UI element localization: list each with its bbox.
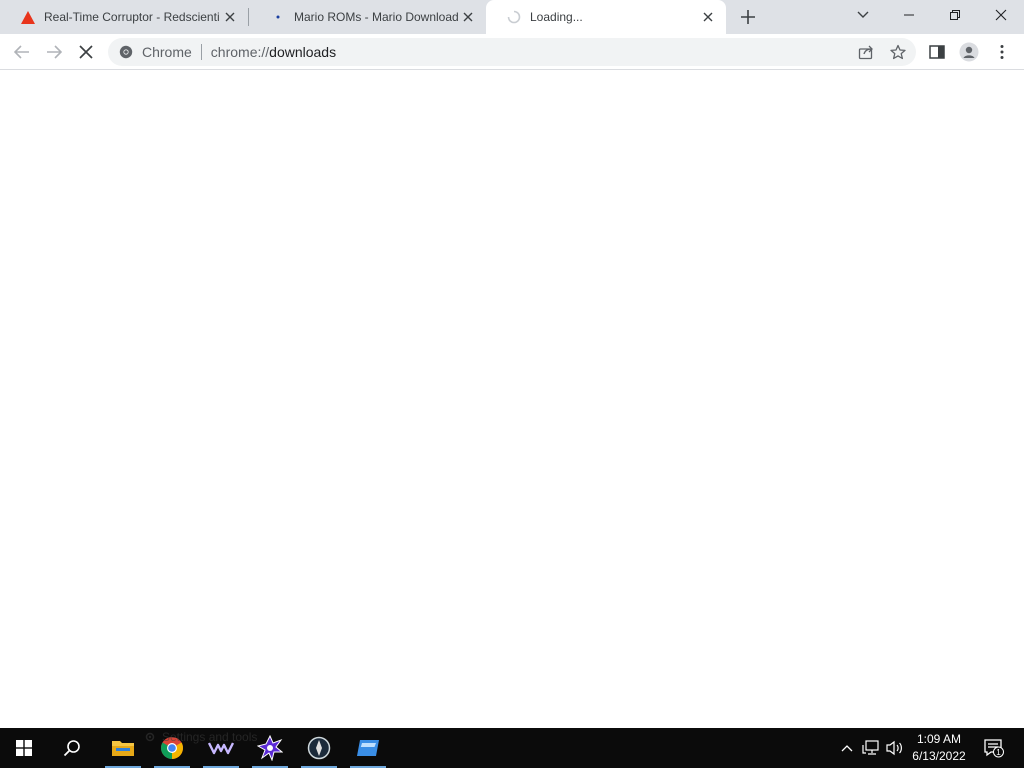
ghost-text: Settings and tools [162, 730, 258, 744]
show-hidden-icons-button[interactable] [838, 728, 856, 768]
close-icon [995, 9, 1007, 21]
tab-close-button[interactable] [698, 7, 718, 27]
clock-time: 1:09 AM [916, 732, 962, 746]
file-explorer-button[interactable] [103, 728, 143, 768]
tab-title: Loading... [530, 10, 583, 24]
close-icon [703, 12, 713, 22]
app-star-icon [257, 735, 283, 761]
notification-icon: 1 [984, 739, 1004, 758]
tab-search-button[interactable] [840, 0, 886, 30]
tab-strip: Real-Time Corruptor - Redscientist Mario… [0, 0, 1024, 34]
tab-title: Real-Time Corruptor - Redscientist [44, 10, 220, 24]
plus-icon [741, 10, 755, 24]
clock-date: 6/13/2022 [912, 749, 966, 763]
red-triangle-icon [20, 9, 36, 25]
omnibox-divider [200, 44, 202, 60]
stop-loading-icon [79, 45, 93, 59]
minimize-icon [904, 14, 914, 16]
gear-icon [145, 732, 155, 742]
app-window-icon [357, 740, 379, 756]
action-center-button[interactable]: 1 [980, 728, 1008, 768]
new-tab-button[interactable] [734, 4, 762, 30]
restore-icon [950, 10, 960, 20]
network-icon [862, 740, 879, 755]
omnibox-chip: Chrome [142, 44, 192, 60]
tab-separator [248, 8, 249, 26]
file-explorer-icon [112, 741, 134, 756]
loading-spinner-icon [506, 9, 522, 25]
minimize-button[interactable] [886, 0, 932, 30]
app-window-button[interactable] [348, 728, 388, 768]
start-button[interactable] [4, 728, 44, 768]
system-clock[interactable]: 1:09 AM 6/13/2022 [904, 728, 974, 768]
share-icon[interactable] [857, 43, 875, 61]
chevron-down-icon [857, 11, 869, 18]
tab-title: Mario ROMs - Mario Download - Nintendo [294, 10, 458, 24]
dot-icon [270, 9, 286, 25]
forward-arrow-icon [47, 45, 62, 59]
settings-tooltip-ghost: Settings and tools [144, 728, 257, 746]
url-scheme: chrome:// [210, 44, 270, 60]
tab-close-button[interactable] [220, 7, 240, 27]
back-button[interactable] [8, 38, 36, 66]
back-arrow-icon [14, 45, 29, 59]
side-panel-button[interactable] [923, 38, 951, 66]
search-button[interactable] [52, 728, 92, 768]
tab-loading-active[interactable]: Loading... [486, 0, 726, 34]
bookmark-star-icon[interactable] [889, 43, 907, 61]
network-button[interactable] [860, 728, 882, 768]
close-icon [463, 12, 473, 22]
restore-button[interactable] [932, 0, 978, 30]
tab-close-button[interactable] [458, 7, 478, 27]
tab-real-time-corruptor[interactable]: Real-Time Corruptor - Redscientist [0, 0, 248, 34]
address-bar[interactable]: Chrome chrome://downloads [108, 38, 916, 66]
close-icon [225, 12, 235, 22]
url-path: downloads [269, 44, 337, 60]
chrome-logo-icon [118, 44, 134, 60]
menu-button[interactable] [988, 38, 1016, 66]
profile-button[interactable] [955, 38, 983, 66]
search-icon [63, 740, 80, 757]
close-window-button[interactable] [978, 0, 1024, 30]
start-icon [16, 740, 32, 756]
kebab-menu-icon [1000, 45, 1004, 59]
chevron-up-icon [841, 745, 853, 752]
stop-loading-button[interactable] [72, 38, 100, 66]
tab-mario-roms[interactable]: Mario ROMs - Mario Download - Nintendo [250, 0, 486, 34]
app-circle-icon [307, 736, 331, 760]
side-panel-icon [929, 45, 945, 59]
omnibox-url[interactable]: chrome://downloads [211, 44, 336, 60]
volume-icon [886, 740, 902, 756]
notification-count: 1 [996, 748, 1001, 757]
page-content [0, 71, 1024, 728]
app-circle-button[interactable] [299, 728, 339, 768]
avatar-icon [959, 42, 979, 62]
forward-button[interactable] [40, 38, 68, 66]
volume-button[interactable] [884, 728, 906, 768]
